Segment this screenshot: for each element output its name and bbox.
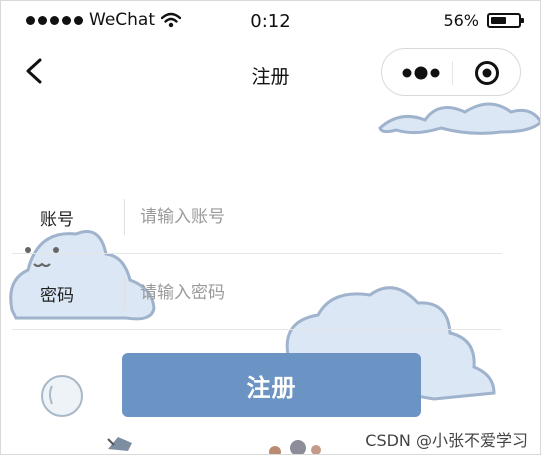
password-label: 密码 xyxy=(40,286,74,306)
account-label: 账号 xyxy=(40,210,74,230)
account-input[interactable] xyxy=(140,202,480,232)
password-input[interactable] xyxy=(140,278,480,308)
bottom-doodles xyxy=(107,437,321,455)
password-row: 密码 xyxy=(0,254,541,330)
password-divider xyxy=(124,275,125,311)
cloud-top-right xyxy=(378,102,541,135)
register-button[interactable]: 注册 xyxy=(122,353,421,417)
battery-icon xyxy=(487,13,524,28)
phone-screen: WeChat 0:12 56% 注册 账号 请输入账号 密码 注册 CSDN @… xyxy=(0,0,541,455)
battery-status: 56% xyxy=(443,11,524,30)
bubble xyxy=(41,375,83,417)
capsule-divider xyxy=(452,61,453,85)
watermark: CSDN @小张不爱学习 xyxy=(365,431,528,450)
status-bar: WeChat 0:12 56% xyxy=(0,0,541,44)
battery-level xyxy=(491,17,506,24)
password-underline xyxy=(12,329,502,330)
mini-program-capsule xyxy=(381,48,521,96)
battery-percent: 56% xyxy=(443,11,479,30)
account-row: 账号 xyxy=(0,178,541,254)
nav-bar: 注册 xyxy=(0,44,541,100)
account-divider xyxy=(124,199,125,235)
more-dots-icon[interactable] xyxy=(400,63,444,83)
target-circle-icon[interactable] xyxy=(474,60,500,86)
